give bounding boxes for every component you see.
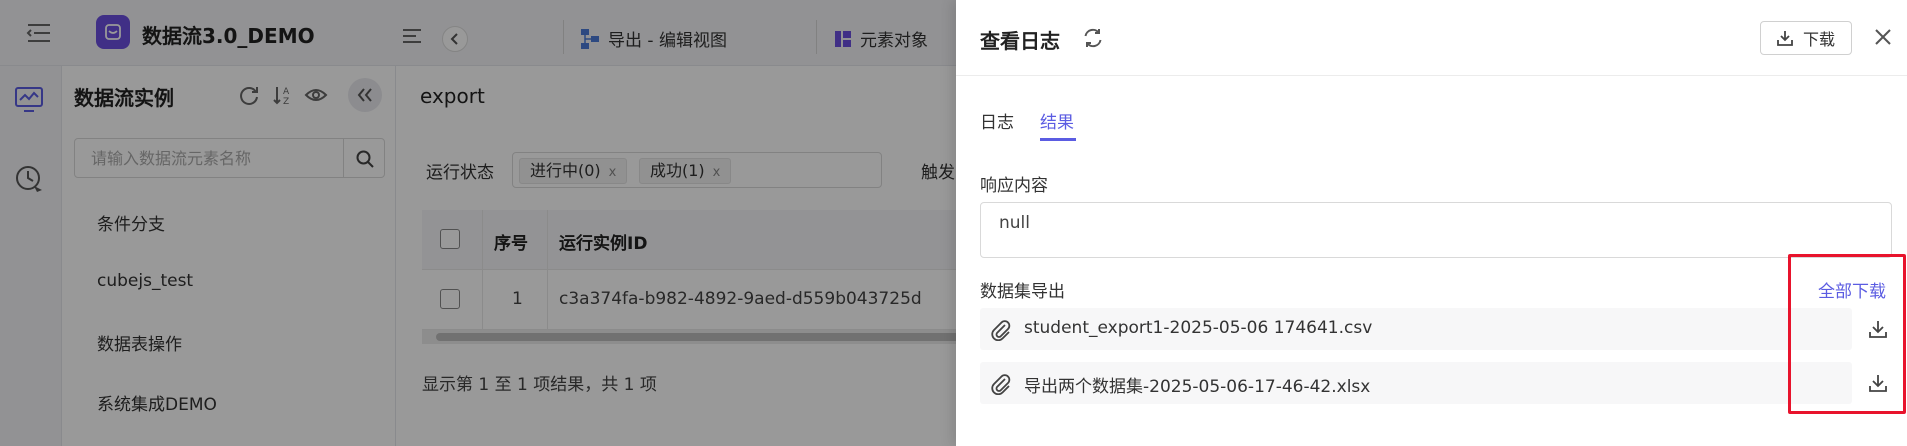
download-log-button[interactable]: 下载 [1760, 21, 1852, 55]
highlight-box [1788, 254, 1906, 414]
attachment-icon [991, 320, 1011, 341]
tab-result[interactable]: 结果 [1040, 108, 1074, 133]
modal-overlay[interactable] [0, 0, 956, 446]
tab-log[interactable]: 日志 [980, 108, 1014, 133]
download-icon [1777, 31, 1793, 46]
file-name: 导出两个数据集-2025-05-06-17-46-42.xlsx [1024, 377, 1371, 397]
drawer-header: 查看日志 下载 [956, 0, 1907, 76]
drawer-title: 查看日志 [980, 29, 1060, 53]
file-item[interactable]: student_export1-2025-05-06 174641.csv [980, 308, 1852, 350]
download-log-label: 下载 [1802, 30, 1835, 49]
response-content-textarea[interactable]: null [980, 202, 1892, 258]
response-content-label: 响应内容 [980, 176, 1048, 196]
log-drawer: 查看日志 下载 日志 结果 响应内容 null 数据集导出 全部下载 stude… [956, 0, 1907, 446]
file-name: student_export1-2025-05-06 174641.csv [1024, 318, 1373, 338]
dataset-export-label: 数据集导出 [980, 282, 1065, 302]
close-icon[interactable] [1874, 28, 1892, 46]
active-tab-indicator [1040, 138, 1076, 141]
file-item[interactable]: 导出两个数据集-2025-05-06-17-46-42.xlsx [980, 362, 1852, 404]
refresh-icon[interactable] [1082, 27, 1104, 49]
attachment-icon [991, 374, 1011, 395]
